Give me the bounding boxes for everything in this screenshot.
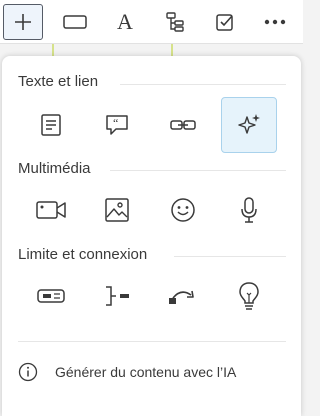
document-icon bbox=[41, 114, 61, 136]
canvas-connector-line bbox=[52, 44, 54, 56]
text-tool-button[interactable]: A bbox=[105, 4, 145, 40]
divider bbox=[120, 84, 286, 85]
info-icon bbox=[18, 362, 38, 382]
insert-text-button[interactable] bbox=[23, 97, 79, 153]
insert-emoji-button[interactable] bbox=[155, 182, 211, 238]
section-title-limite-et-connexion: Limite et connexion bbox=[18, 246, 148, 263]
checkbox-icon bbox=[216, 14, 233, 31]
section-title-texte-et-lien: Texte et lien bbox=[18, 73, 99, 90]
insert-arrow-button[interactable] bbox=[155, 268, 211, 324]
rectangle-icon bbox=[63, 15, 87, 29]
svg-text:“: “ bbox=[113, 116, 118, 130]
quote-bubble-icon: “ bbox=[106, 115, 128, 135]
insert-link-button[interactable] bbox=[155, 97, 211, 153]
insert-quote-button[interactable]: “ bbox=[89, 97, 145, 153]
emoji-icon bbox=[171, 198, 195, 222]
hierarchy-tool-button[interactable] bbox=[155, 4, 195, 40]
divider bbox=[110, 170, 286, 171]
generate-ai-content-link[interactable]: Générer du contenu avec l’IA bbox=[55, 364, 236, 380]
insert-menu-panel: Texte et lien “ Multimédia Limite et con… bbox=[2, 56, 301, 416]
toolbar: A bbox=[0, 0, 303, 44]
divider bbox=[174, 256, 286, 257]
rectangle-tool-button[interactable] bbox=[55, 4, 95, 40]
lightbulb-icon bbox=[239, 282, 259, 310]
section-title-multimedia: Multimédia bbox=[18, 160, 91, 177]
hierarchy-icon bbox=[166, 12, 184, 32]
insert-audio-button[interactable] bbox=[221, 182, 277, 238]
more-button[interactable] bbox=[255, 4, 295, 40]
image-icon bbox=[105, 198, 129, 222]
plus-icon bbox=[15, 14, 31, 30]
video-icon bbox=[36, 201, 66, 219]
more-icon bbox=[264, 19, 286, 25]
insert-video-button[interactable] bbox=[23, 182, 79, 238]
insert-connector-button[interactable] bbox=[89, 268, 145, 324]
microphone-icon bbox=[241, 197, 257, 223]
insert-boundary-button[interactable] bbox=[23, 268, 79, 324]
boundary-icon bbox=[37, 289, 65, 303]
link-icon bbox=[170, 120, 196, 130]
canvas-connector-line bbox=[171, 44, 173, 56]
insert-image-button[interactable] bbox=[89, 182, 145, 238]
insert-idea-button[interactable] bbox=[221, 268, 277, 324]
ai-generate-button[interactable] bbox=[221, 97, 277, 153]
curved-arrow-icon bbox=[169, 290, 194, 304]
add-tool-button[interactable] bbox=[3, 4, 43, 40]
sparkles-icon bbox=[238, 114, 260, 134]
text-icon: A bbox=[117, 9, 133, 34]
checkbox-tool-button[interactable] bbox=[205, 4, 245, 40]
bracket-connector-icon bbox=[106, 286, 129, 306]
divider bbox=[18, 341, 286, 342]
